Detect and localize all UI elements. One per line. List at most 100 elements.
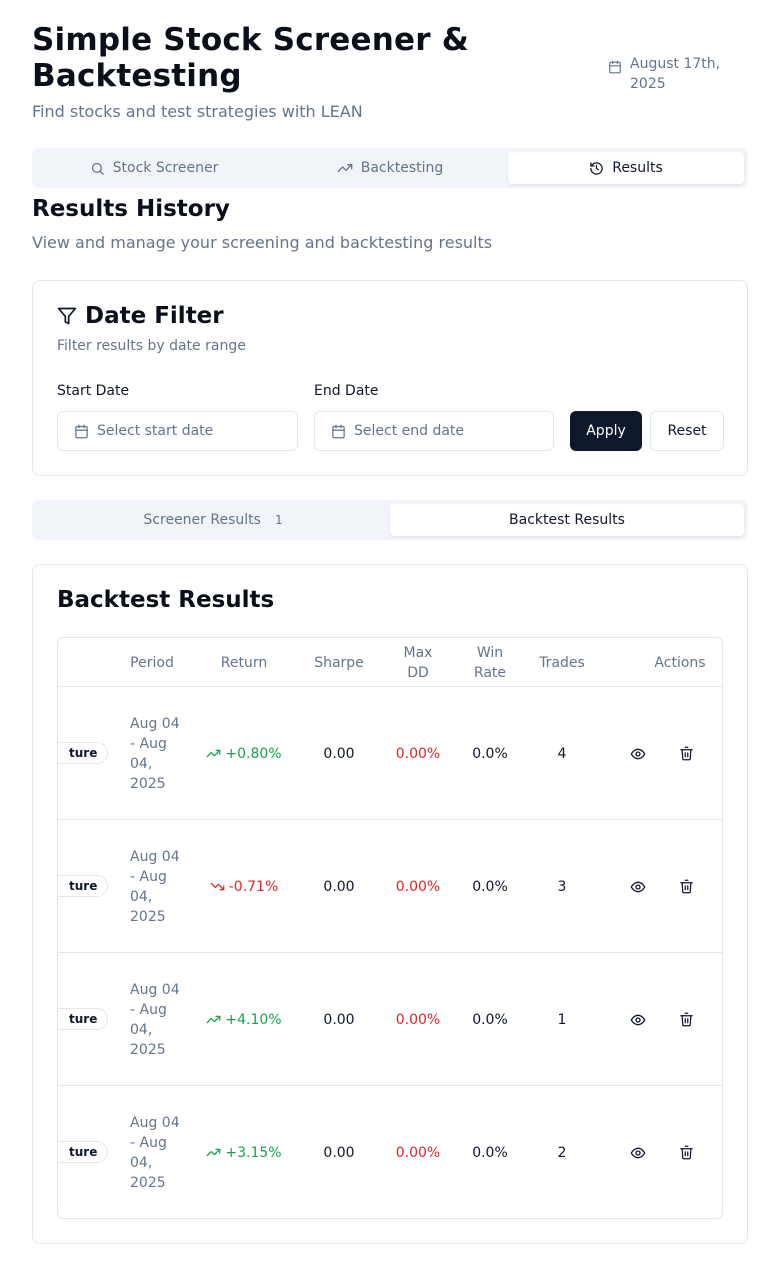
sharpe-cell: 0.00 [323,1144,355,1161]
backtest-results-table: Period Return Sharpe Max DD Win Rate Tra… [57,637,723,1219]
tab-label: Backtesting [360,160,444,176]
backtest-results-card: Backtest Results Period Return Sharpe Ma… [32,564,748,1244]
apply-button[interactable]: Apply [570,411,642,451]
view-button[interactable] [622,953,654,1086]
return-cell: -0.71% [204,820,284,953]
trending-up-icon [207,1148,221,1157]
delete-button[interactable] [670,1086,702,1218]
strategy-badge: ture [58,1141,109,1163]
trash-icon [679,1145,693,1160]
max-dd-cell: 0.00% [395,1144,441,1161]
table-row: ture Aug 04 - Aug 04, 2025 +3.15% 0.00 0.00%… [58,1086,722,1218]
trades-cell: 3 [557,878,567,895]
return-value: -0.71% [228,878,279,895]
tab-stock-screener[interactable]: Stock Screener [36,152,272,184]
trending-up-icon [207,1015,221,1024]
tab-results[interactable]: Results [508,152,744,184]
win-rate-cell: 0.0% [472,1144,508,1161]
date-filter-description: Filter results by date range [57,338,246,354]
delete-icon-wrap[interactable] [670,738,702,770]
delete-icon-wrap[interactable] [670,871,702,903]
calendar-icon [609,60,621,74]
start-date-placeholder: Select start date [97,423,214,439]
table-row: ture Aug 04 - Aug 04, 2025 +0.80% 0.00 0.00%… [58,687,722,820]
max-dd-cell: 0.00% [395,1011,441,1028]
current-date-text: August 17th, 2025 [630,56,721,92]
period-cell: Aug 04 - Aug 04, 2025 [130,981,180,1058]
trash-icon [679,746,693,761]
trash-icon [679,879,693,894]
column-header-win-rate: Win Rate [473,644,507,681]
trades-cell: 2 [557,1144,567,1161]
table-row: ture Aug 04 - Aug 04, 2025 -0.71% 0.00 0.00%… [58,820,722,953]
date-filter-card: Date Filter Filter results by date range… [32,280,748,476]
date-filter-title: Date Filter [85,303,224,329]
end-date-placeholder: Select end date [354,423,465,439]
view-icon-wrap[interactable] [622,1137,654,1169]
trash-icon [679,1012,693,1027]
tab-label: Stock Screener [112,160,219,176]
trending-up-icon [337,164,353,172]
strategy-badge: ture [58,1008,109,1030]
current-date: August 17th, 2025 [608,54,728,94]
delete-button[interactable] [670,687,702,820]
eye-icon [630,748,646,759]
win-rate-cell: 0.0% [472,745,508,762]
eye-icon [630,881,646,892]
tab-screener-results[interactable]: Screener Results 1 [36,504,390,536]
table-header: Period Return Sharpe Max DD Win Rate Tra… [58,638,722,687]
calendar-icon [332,424,345,438]
win-rate-cell: 0.0% [472,1011,508,1028]
sharpe-cell: 0.00 [323,1011,355,1028]
trades-cell: 4 [557,745,567,762]
sharpe-cell: 0.00 [323,878,355,895]
end-date-picker[interactable]: Select end date [314,411,554,451]
count-badge: 1 [274,513,283,527]
view-button[interactable] [622,1086,654,1218]
return-value: +3.15% [225,1144,282,1161]
view-icon-wrap[interactable] [622,738,654,770]
history-icon [590,161,603,175]
period-cell: Aug 04 - Aug 04, 2025 [130,715,180,792]
results-type-tabs: Screener Results 1 Backtest Results [32,500,748,540]
strategy-badge: ture [58,875,109,897]
results-history-description: View and manage your screening and backt… [32,233,493,252]
start-date-picker[interactable]: Select start date [57,411,298,451]
tab-backtest-results[interactable]: Backtest Results [390,504,744,536]
date-filter-header: Date Filter [57,303,224,329]
return-cell: +4.10% [204,953,284,1086]
backtest-results-title: Backtest Results [57,587,275,613]
app-subtitle: Find stocks and test strategies with LEA… [32,102,363,121]
reset-button[interactable]: Reset [650,411,724,451]
delete-button[interactable] [670,820,702,953]
delete-button[interactable] [670,953,702,1086]
main-tabs: Stock Screener Backtesting Results [32,148,748,188]
eye-icon [630,1014,646,1025]
column-header-period: Period [130,654,174,671]
eye-icon [630,1147,646,1158]
delete-icon-wrap[interactable] [670,1004,702,1036]
delete-icon-wrap[interactable] [670,1137,702,1169]
max-dd-cell: 0.00% [395,745,441,762]
start-date-label: Start Date [57,383,130,399]
view-icon-wrap[interactable] [622,871,654,903]
view-icon-wrap[interactable] [622,1004,654,1036]
view-button[interactable] [622,820,654,953]
column-header-actions: Actions [654,654,706,671]
tab-backtesting[interactable]: Backtesting [272,152,508,184]
column-header-max-dd: Max DD [403,644,433,681]
column-header-trades: Trades [539,654,585,671]
app-title: Simple Stock Screener & Backtesting [32,22,469,94]
return-value: +0.80% [225,745,282,762]
page-header: Simple Stock Screener & Backtesting Find… [32,22,748,121]
end-date-label: End Date [314,383,379,399]
view-button[interactable] [622,687,654,820]
tab-label: Backtest Results [509,512,625,528]
return-cell: +0.80% [204,687,284,820]
return-cell: +3.15% [204,1086,284,1218]
search-icon [91,162,104,175]
tab-label: Results [612,160,663,176]
column-header-return: Return [220,654,268,671]
calendar-icon [75,424,88,438]
trending-down-icon [210,882,225,891]
